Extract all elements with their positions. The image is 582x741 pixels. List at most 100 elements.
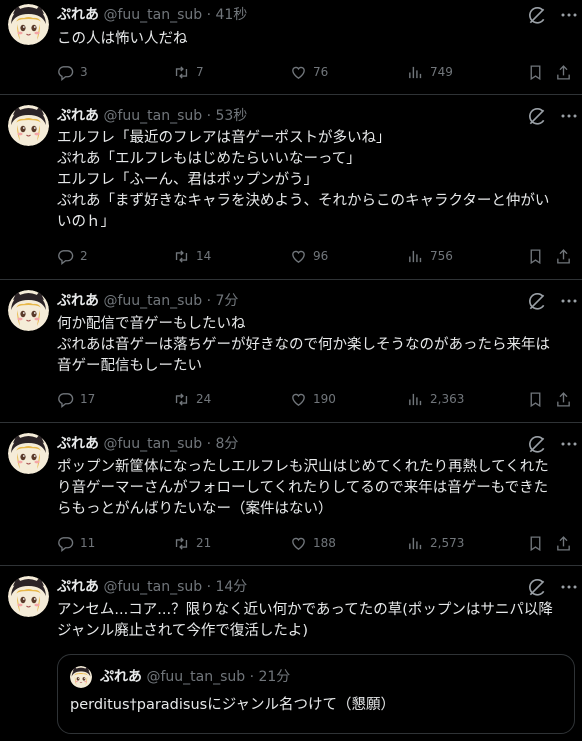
reply-icon xyxy=(57,64,74,81)
share-icon xyxy=(555,391,572,408)
grok-icon[interactable] xyxy=(527,435,547,455)
tweet-header: ぷれあ @fuu_tan_sub · 7分 xyxy=(57,292,238,310)
reply-icon xyxy=(57,391,74,408)
reply-button[interactable]: 3 xyxy=(57,62,88,82)
user-handle[interactable]: @fuu_tan_sub xyxy=(103,579,202,595)
timestamp[interactable]: 21分 xyxy=(258,669,290,685)
bookmark-button[interactable] xyxy=(527,533,550,553)
views-button[interactable]: 2,363 xyxy=(407,389,464,409)
display-name[interactable]: ぷれあ xyxy=(57,7,99,23)
view-count: 756 xyxy=(430,249,453,263)
grok-icon[interactable] xyxy=(527,107,547,127)
display-name[interactable]: ぷれあ xyxy=(57,293,99,309)
bookmark-button[interactable] xyxy=(527,62,550,82)
avatar[interactable] xyxy=(8,433,49,474)
timestamp[interactable]: 7分 xyxy=(215,293,238,309)
like-button[interactable]: 76 xyxy=(290,62,328,82)
display-name[interactable]: ぷれあ xyxy=(100,669,142,685)
views-button[interactable]: 756 xyxy=(407,246,453,266)
action-bar: 11 21 188 2,573 xyxy=(57,533,572,553)
user-handle[interactable]: @fuu_tan_sub xyxy=(103,108,202,124)
heart-icon xyxy=(290,64,307,81)
bookmark-button[interactable] xyxy=(527,246,550,266)
share-icon xyxy=(555,248,572,265)
views-icon xyxy=(407,64,424,81)
views-icon xyxy=(407,535,424,552)
more-icon[interactable] xyxy=(560,580,578,594)
more-icon[interactable] xyxy=(560,294,578,308)
bookmark-icon xyxy=(527,248,544,265)
share-button[interactable] xyxy=(555,62,578,82)
tweet-text: ポップン新筐体になったしエルフレも沢山はじめてくれたり再熱してくれた り音ゲーマ… xyxy=(57,459,549,517)
like-button[interactable]: 96 xyxy=(290,246,328,266)
tweet-header: ぷれあ @fuu_tan_sub · 14分 xyxy=(57,578,247,596)
user-handle[interactable]: @fuu_tan_sub xyxy=(103,293,202,309)
views-button[interactable]: 2,573 xyxy=(407,533,464,553)
reply-count: 17 xyxy=(80,392,96,406)
views-icon xyxy=(407,248,424,265)
retweet-button[interactable]: 14 xyxy=(173,246,211,266)
tweet[interactable]: ぷれあ @fuu_tan_sub · 41秒 この人は怖い人だね 3 7 76 … xyxy=(0,0,582,95)
avatar[interactable] xyxy=(8,290,49,331)
action-bar: 17 24 190 2,363 xyxy=(57,389,572,409)
bookmark-icon xyxy=(527,391,544,408)
quote-header: ぷれあ @fuu_tan_sub · 21分 xyxy=(100,668,290,686)
retweet-icon xyxy=(173,535,190,552)
retweet-button[interactable]: 21 xyxy=(173,533,211,553)
timestamp[interactable]: 14分 xyxy=(215,579,247,595)
view-count: 2,363 xyxy=(430,392,465,406)
tweet-text: アンセム...コア...？限りなく近い何かであってたの草(ポップンはサニパ以降 … xyxy=(57,602,553,639)
bookmark-icon xyxy=(527,64,544,81)
retweet-icon xyxy=(173,248,190,265)
bookmark-button[interactable] xyxy=(527,389,550,409)
avatar[interactable] xyxy=(8,576,49,617)
tweet-header: ぷれあ @fuu_tan_sub · 8分 xyxy=(57,435,238,453)
share-button[interactable] xyxy=(555,533,578,553)
tweet[interactable]: ぷれあ @fuu_tan_sub · 8分 ポップン新筐体になったしエルフレも沢… xyxy=(0,423,582,566)
reply-count: 11 xyxy=(80,536,96,550)
separator: · xyxy=(206,108,212,124)
more-icon[interactable] xyxy=(560,8,578,22)
more-icon[interactable] xyxy=(560,109,578,123)
quoted-tweet[interactable]: ぷれあ @fuu_tan_sub · 21分 perditus†paradisu… xyxy=(57,654,575,734)
retweet-button[interactable]: 24 xyxy=(173,389,211,409)
tweet[interactable]: ぷれあ @fuu_tan_sub · 7分 何か配信で音ゲーもしたいね ぷれあは… xyxy=(0,280,582,423)
more-icon[interactable] xyxy=(560,437,578,451)
share-button[interactable] xyxy=(555,246,578,266)
like-count: 76 xyxy=(313,65,329,79)
tweet-text: この人は怖い人だね xyxy=(57,31,188,47)
views-button[interactable]: 749 xyxy=(407,62,453,82)
reply-button[interactable]: 11 xyxy=(57,533,95,553)
retweet-count: 7 xyxy=(196,65,204,79)
grok-icon[interactable] xyxy=(527,292,547,312)
separator: · xyxy=(206,7,212,23)
like-button[interactable]: 190 xyxy=(290,389,336,409)
reply-button[interactable]: 2 xyxy=(57,246,88,266)
like-count: 188 xyxy=(313,536,336,550)
view-count: 2,573 xyxy=(430,536,465,550)
grok-icon[interactable] xyxy=(527,578,547,598)
avatar[interactable] xyxy=(8,105,49,146)
display-name[interactable]: ぷれあ xyxy=(57,108,99,124)
display-name[interactable]: ぷれあ xyxy=(57,436,99,452)
avatar[interactable] xyxy=(70,666,92,688)
share-button[interactable] xyxy=(555,389,578,409)
user-handle[interactable]: @fuu_tan_sub xyxy=(103,7,202,23)
separator: · xyxy=(249,669,255,685)
timestamp[interactable]: 8分 xyxy=(215,436,238,452)
like-button[interactable]: 188 xyxy=(290,533,336,553)
heart-icon xyxy=(290,391,307,408)
user-handle[interactable]: @fuu_tan_sub xyxy=(146,669,245,685)
view-count: 749 xyxy=(430,65,453,79)
avatar[interactable] xyxy=(8,4,49,45)
timestamp[interactable]: 41秒 xyxy=(215,7,247,23)
reply-button[interactable]: 17 xyxy=(57,389,95,409)
retweet-button[interactable]: 7 xyxy=(173,62,204,82)
separator: · xyxy=(206,436,212,452)
tweet[interactable]: ぷれあ @fuu_tan_sub · 53秒 エルフレ「最近のフレアは音ゲーポス… xyxy=(0,95,582,280)
display-name[interactable]: ぷれあ xyxy=(57,579,99,595)
timestamp[interactable]: 53秒 xyxy=(215,108,247,124)
user-handle[interactable]: @fuu_tan_sub xyxy=(103,436,202,452)
grok-icon[interactable] xyxy=(527,6,547,26)
tweet-text: エルフレ「最近のフレアは音ゲーポストが多いね」 ぷれあ「エルフレもはじめたらいい… xyxy=(57,130,550,230)
